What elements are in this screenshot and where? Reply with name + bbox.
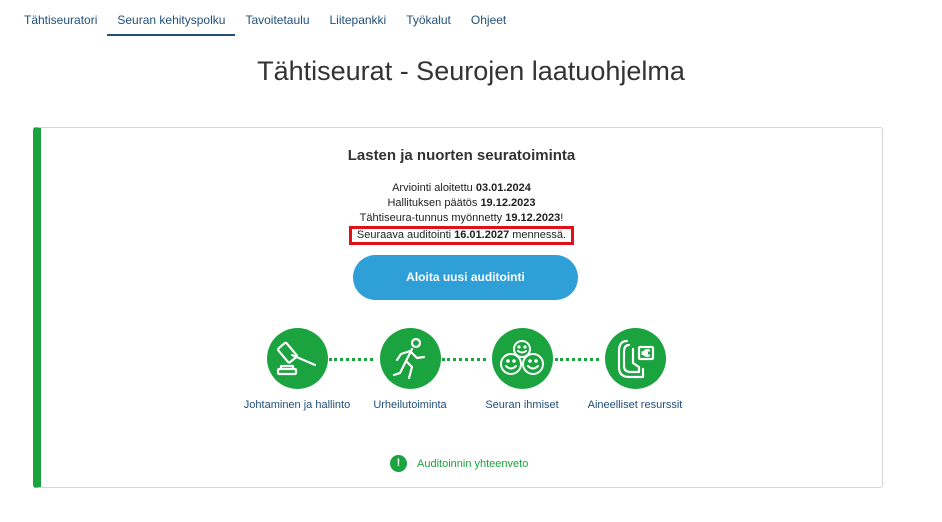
- step-circle: [604, 328, 666, 389]
- info-label: Hallituksen päätös: [387, 197, 481, 209]
- info-value: 19.12.2023: [480, 197, 536, 209]
- step-circle: [266, 328, 328, 389]
- info-line-board-decision: Hallituksen päätös 19.12.2023: [41, 196, 882, 211]
- info-suffix: !: [560, 212, 564, 224]
- program-card: Lasten ja nuorten seuratoiminta Arvioint…: [33, 127, 883, 488]
- start-new-audit-button[interactable]: Aloita uusi auditointi: [353, 255, 578, 300]
- info-label: Arviointi aloitettu: [392, 182, 476, 194]
- info-label: Tähtiseura-tunnus myönnetty: [359, 212, 506, 224]
- info-value: 16.01.2027: [454, 229, 510, 241]
- info-suffix: mennessä.: [509, 229, 567, 241]
- top-nav: Tähtiseuratori Seuran kehityspolku Tavoi…: [14, 0, 516, 36]
- page-title: Tähtiseurat - Seurojen laatuohjelma: [257, 56, 685, 86]
- nav-item-tavoitetaulu[interactable]: Tavoitetaulu: [235, 0, 319, 36]
- step-aineelliset-resurssit[interactable]: Aineelliset resurssit: [565, 328, 705, 411]
- nav-item-tyokalut[interactable]: Työkalut: [396, 0, 461, 36]
- nav-item-tahtiseuratori[interactable]: Tähtiseuratori: [14, 0, 107, 36]
- info-value: 03.01.2024: [475, 182, 531, 194]
- nav-item-seuran-kehityspolku[interactable]: Seuran kehityspolku: [107, 0, 236, 36]
- info-line-granted: Tähtiseura-tunnus myönnetty 19.12.2023!: [41, 211, 882, 226]
- step-label: Aineelliset resurssit: [587, 399, 683, 411]
- next-audit-highlight: Seuraava auditointi 16.01.2027 mennessä.: [348, 226, 575, 245]
- smiley-faces-icon: [500, 339, 544, 375]
- info-value: 19.12.2023: [505, 212, 561, 224]
- info-line-started: Arviointi aloitettu 03.01.2024: [41, 181, 882, 196]
- info-line-next-audit: Seuraava auditointi 16.01.2027 mennessä.: [41, 226, 882, 245]
- alert-icon: !: [390, 455, 407, 472]
- gavel-icon: [276, 341, 317, 375]
- euro-tag-icon: [617, 339, 655, 378]
- nav-item-liitepankki[interactable]: Liitepankki: [320, 0, 397, 36]
- card-title: Lasten ja nuorten seuratoiminta: [347, 147, 576, 164]
- nav-item-ohjeet[interactable]: Ohjeet: [461, 0, 516, 36]
- audit-summary-label: Auditoinnin yhteenveto: [417, 457, 529, 470]
- runner-icon: [392, 337, 426, 379]
- step-circle: [379, 328, 441, 389]
- audit-summary-link[interactable]: ! Auditoinnin yhteenveto: [390, 455, 528, 472]
- audit-info: Arviointi aloitettu 03.01.2024 Hallituks…: [41, 181, 882, 245]
- info-label: Seuraava auditointi: [356, 229, 455, 241]
- step-circle: [491, 328, 553, 389]
